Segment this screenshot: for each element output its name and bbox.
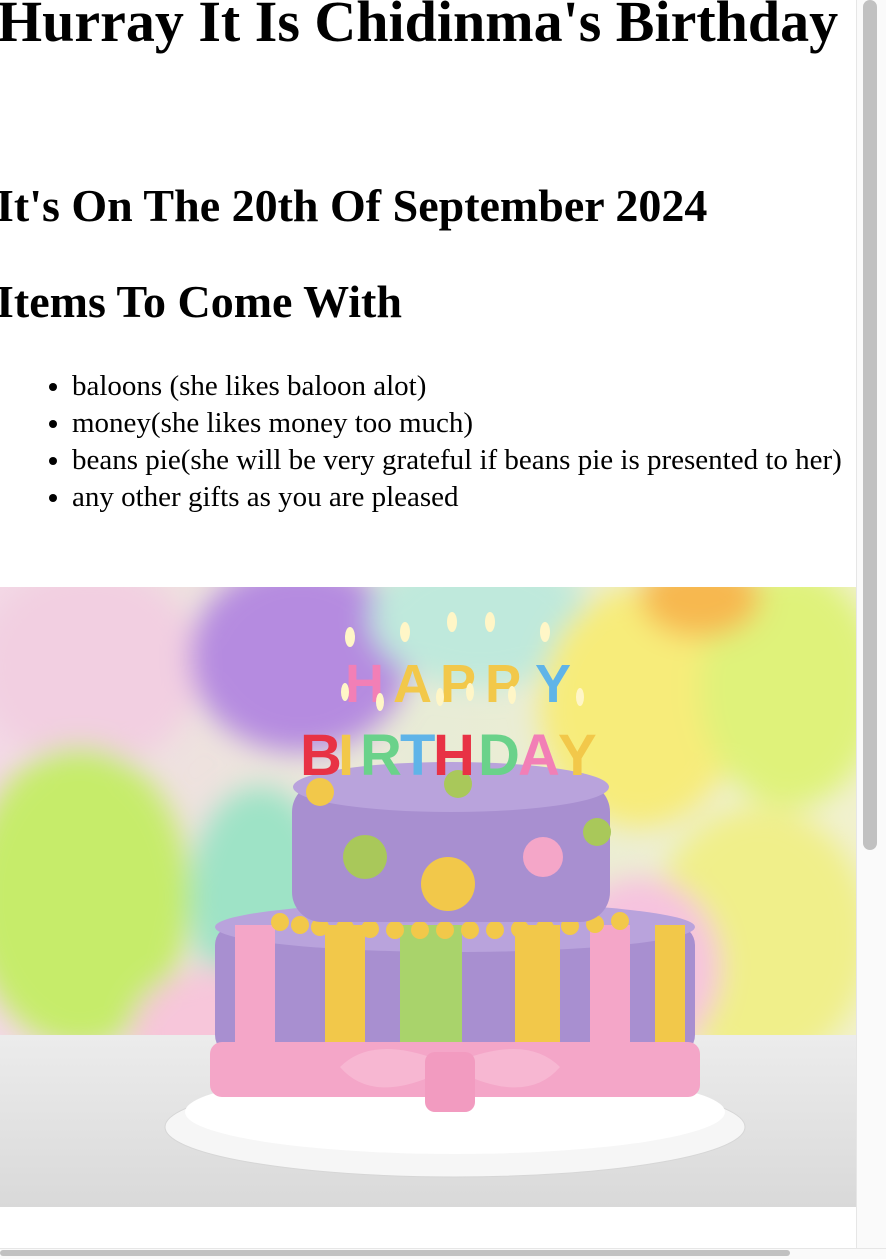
svg-text:A: A (518, 723, 560, 788)
svg-text:Y: Y (535, 654, 571, 714)
page-title: Hurray It Is Chidinma's Birthday (0, 0, 839, 54)
svg-text:R: R (360, 723, 402, 788)
horizontal-scrollbar-thumb[interactable] (0, 1250, 790, 1256)
items-list: baloons (she likes baloon alot) money(sh… (32, 368, 862, 516)
svg-text:H: H (433, 723, 475, 788)
svg-text:P: P (485, 654, 521, 714)
list-item: baloons (she likes baloon alot) (72, 368, 862, 405)
list-item: any other gifts as you are pleased (72, 479, 862, 516)
vertical-scrollbar-thumb[interactable] (863, 0, 877, 850)
date-heading: It's On The 20th Of September 2024 (0, 180, 708, 231)
svg-text:B: B (300, 723, 342, 788)
items-heading: Items To Come With (0, 276, 402, 327)
list-item: beans pie(she will be very grateful if b… (72, 442, 862, 479)
svg-text:Y: Y (558, 723, 597, 788)
svg-text:D: D (478, 723, 520, 788)
svg-text:T: T (400, 723, 435, 788)
svg-text:I: I (338, 723, 354, 788)
svg-text:A: A (393, 654, 432, 714)
list-item: money(she likes money too much) (72, 405, 862, 442)
birthday-cake-image: H A P P Y B I R T H D A Y (0, 587, 856, 1207)
